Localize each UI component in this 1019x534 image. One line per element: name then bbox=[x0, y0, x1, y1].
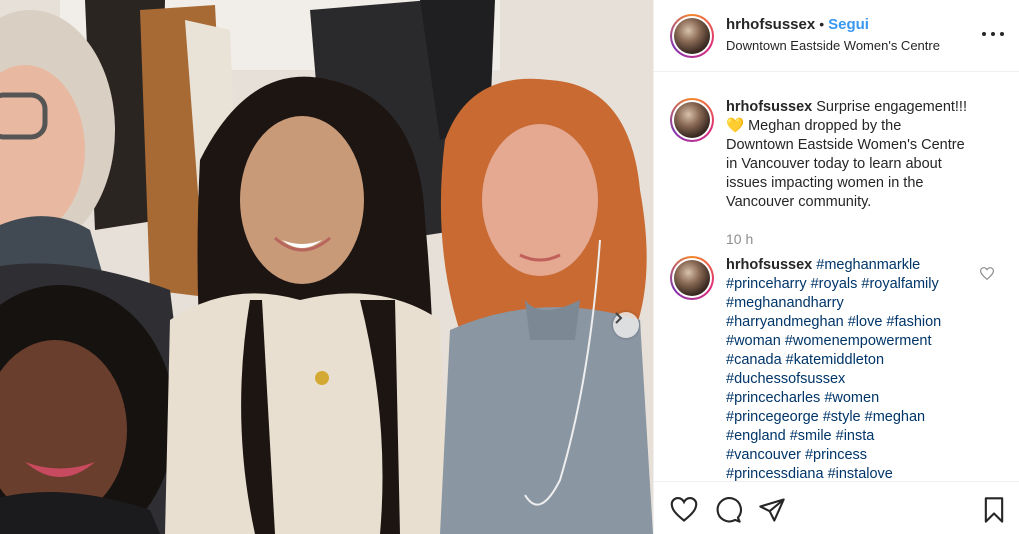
hashtag-link[interactable]: #princeharry #royals #royalfamily bbox=[726, 276, 939, 292]
follow-button[interactable]: Segui bbox=[828, 16, 869, 33]
caption-text: hrhofsussex Surprise engagement!!! 💛 Meg… bbox=[726, 98, 998, 212]
chevron-right-icon bbox=[615, 312, 623, 324]
caption-comment: hrhofsussex Surprise engagement!!! 💛 Meg… bbox=[670, 98, 1010, 248]
comment-bubble-icon[interactable] bbox=[714, 496, 742, 524]
header-title-row: hrhofsussex • Segui bbox=[726, 16, 869, 34]
location-link[interactable]: Downtown Eastside Women's Centre bbox=[726, 38, 940, 53]
photo-illustration bbox=[0, 0, 653, 534]
carousel-next-button[interactable] bbox=[613, 312, 639, 338]
hashtag-link[interactable]: #woman #womenempowerment bbox=[726, 333, 932, 349]
hashtag-link[interactable]: #england #smile #insta bbox=[726, 428, 874, 444]
caption-username[interactable]: hrhofsussex bbox=[726, 99, 812, 115]
hashtag-link[interactable]: #duchessofsussex bbox=[726, 371, 845, 387]
header-username[interactable]: hrhofsussex bbox=[726, 16, 815, 33]
avatar[interactable] bbox=[670, 14, 714, 58]
caption-line: Surprise engagement!!! bbox=[816, 99, 967, 115]
hashtag-comment: hrhofsussex #meghanmarkle #princeharry #… bbox=[670, 256, 1010, 481]
caption-line: Downtown Eastside Women's Centre bbox=[726, 137, 965, 153]
hashtag-link[interactable]: #harryandmeghan #love #fashion bbox=[726, 314, 941, 330]
hashtag-link[interactable]: #canada #katemiddleton bbox=[726, 352, 884, 368]
comments-section[interactable]: hrhofsussex Surprise engagement!!! 💛 Meg… bbox=[654, 73, 1019, 481]
hashtag-link[interactable]: #vancouver #princess bbox=[726, 447, 867, 463]
comment-username[interactable]: hrhofsussex bbox=[726, 257, 812, 273]
hashtag-comment-text: hrhofsussex #meghanmarkle #princeharry #… bbox=[726, 256, 998, 481]
header-separator: • bbox=[819, 16, 825, 32]
hashtag-link[interactable]: #meghanandharry bbox=[726, 295, 844, 311]
hashtag-link[interactable]: #princegeorge #style #meghan bbox=[726, 409, 925, 425]
paper-plane-icon[interactable] bbox=[758, 496, 786, 524]
comment-like-heart-icon[interactable] bbox=[979, 267, 995, 285]
hashtag-link[interactable]: #princecharles #women bbox=[726, 390, 879, 406]
caption-line: in Vancouver today to learn about bbox=[726, 156, 942, 172]
bookmark-icon[interactable] bbox=[980, 496, 1008, 524]
post-timestamp[interactable]: 10 h bbox=[726, 231, 753, 247]
post-side-panel: hrhofsussex • Segui Downtown Eastside Wome… bbox=[653, 0, 1019, 534]
more-options-icon[interactable] bbox=[982, 26, 1004, 42]
heart-icon[interactable] bbox=[670, 496, 698, 524]
caption-line: Vancouver community. bbox=[726, 194, 872, 210]
post-actions-bar bbox=[654, 481, 1019, 534]
comment-avatar[interactable] bbox=[670, 256, 714, 300]
hashtag-link[interactable]: #princessdiana #instalove bbox=[726, 466, 893, 481]
caption-avatar[interactable] bbox=[670, 98, 714, 142]
caption-line: 💛 Meghan dropped by the bbox=[726, 118, 902, 134]
caption-line: issues impacting women in the bbox=[726, 175, 924, 191]
hashtag-link[interactable]: #meghanmarkle bbox=[816, 257, 920, 273]
post-photo[interactable] bbox=[0, 0, 653, 534]
post-header: hrhofsussex • Segui Downtown Eastside Wome… bbox=[654, 0, 1019, 72]
